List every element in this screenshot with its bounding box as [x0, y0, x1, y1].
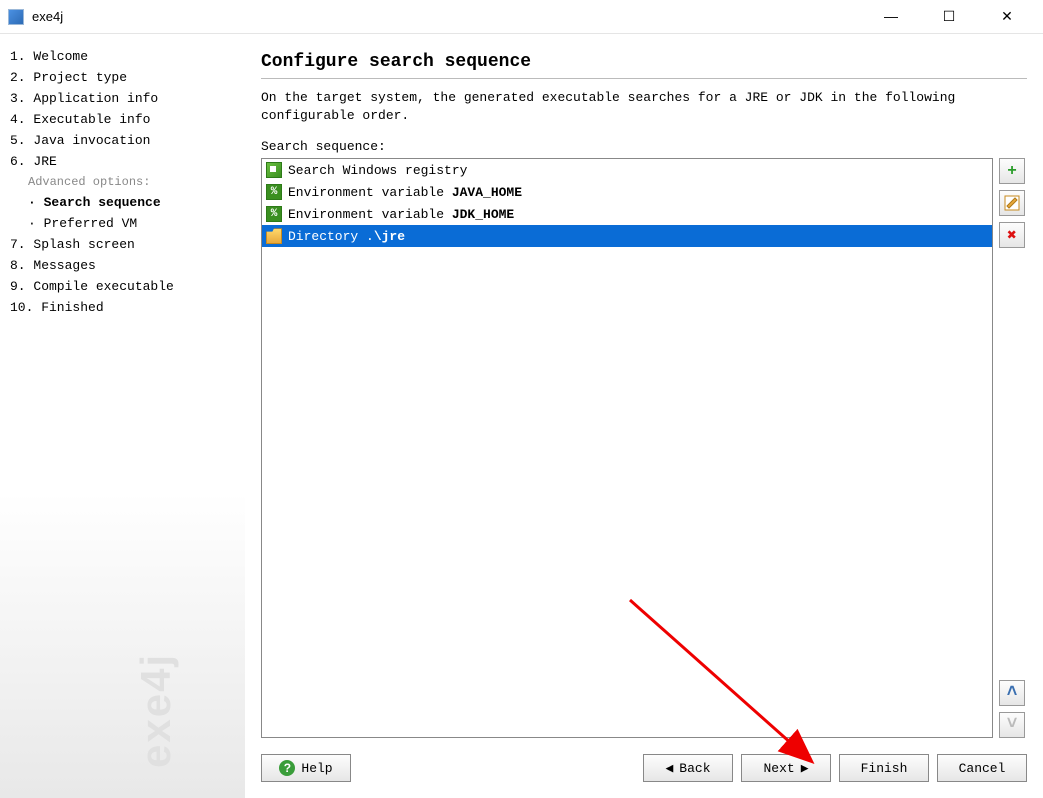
next-button[interactable]: Next ▶ [741, 754, 831, 782]
page-description: On the target system, the generated exec… [261, 89, 1027, 125]
sequence-item[interactable]: Search Windows registry [262, 159, 992, 181]
nav-item[interactable]: 3. Application info [10, 88, 235, 109]
env-icon [266, 206, 282, 222]
add-button[interactable]: + [999, 158, 1025, 184]
footer: ? Help ◀ Back Next ▶ Finish Cancel [261, 738, 1027, 786]
nav-sub-item[interactable]: · Preferred VM [10, 213, 235, 234]
maximize-button[interactable]: ☐ [929, 8, 969, 25]
nav-item[interactable]: 8. Messages [10, 255, 235, 276]
sequence-item[interactable]: Environment variable JDK_HOME [262, 203, 992, 225]
window-controls: — ☐ ✕ [871, 8, 1035, 25]
folder-icon [266, 228, 282, 244]
sequence-item-text: Environment variable JAVA_HOME [288, 185, 522, 200]
page-title: Configure search sequence [261, 52, 1027, 79]
delete-button[interactable]: ✖ [999, 222, 1025, 248]
move-down-button[interactable]: ˅ [999, 712, 1025, 738]
app-icon [8, 9, 24, 25]
nav-item[interactable]: 6. JRE [10, 151, 235, 172]
close-button[interactable]: ✕ [987, 8, 1027, 25]
nav-item[interactable]: 1. Welcome [10, 46, 235, 67]
sequence-item-text: Directory .\jre [288, 229, 405, 244]
sequence-item-text: Search Windows registry [288, 163, 467, 178]
move-up-button[interactable]: ˄ [999, 680, 1025, 706]
sequence-label: Search sequence: [261, 139, 1027, 154]
back-button[interactable]: ◀ Back [643, 754, 733, 782]
edit-button[interactable] [999, 190, 1025, 216]
nav-item[interactable]: 2. Project type [10, 67, 235, 88]
nav-item[interactable]: 5. Java invocation [10, 130, 235, 151]
list-toolbar: + ✖ ˄ ˅ [999, 158, 1027, 738]
sidebar: 1. Welcome2. Project type3. Application … [0, 34, 245, 798]
finish-button[interactable]: Finish [839, 754, 929, 782]
nav-sub-item[interactable]: · Search sequence [10, 192, 235, 213]
main-panel: Configure search sequence On the target … [245, 34, 1043, 798]
back-arrow-icon: ◀ [665, 761, 673, 776]
registry-icon [266, 162, 282, 178]
help-button[interactable]: ? Help [261, 754, 351, 782]
sequence-item-text: Environment variable JDK_HOME [288, 207, 514, 222]
sequence-list[interactable]: Search Windows registry Environment varia… [261, 158, 993, 738]
nav-item[interactable]: 7. Splash screen [10, 234, 235, 255]
env-icon [266, 184, 282, 200]
sequence-item[interactable]: Environment variable JAVA_HOME [262, 181, 992, 203]
nav-advanced-label: Advanced options: [10, 172, 235, 192]
cancel-button[interactable]: Cancel [937, 754, 1027, 782]
next-arrow-icon: ▶ [801, 761, 809, 776]
titlebar: exe4j — ☐ ✕ [0, 0, 1043, 34]
nav-item[interactable]: 10. Finished [10, 297, 235, 318]
watermark: exe4j [132, 653, 180, 768]
nav-item[interactable]: 9. Compile executable [10, 276, 235, 297]
window-title: exe4j [32, 9, 871, 24]
sequence-item[interactable]: Directory .\jre [262, 225, 992, 247]
minimize-button[interactable]: — [871, 8, 911, 25]
help-icon: ? [279, 760, 295, 776]
nav-item[interactable]: 4. Executable info [10, 109, 235, 130]
